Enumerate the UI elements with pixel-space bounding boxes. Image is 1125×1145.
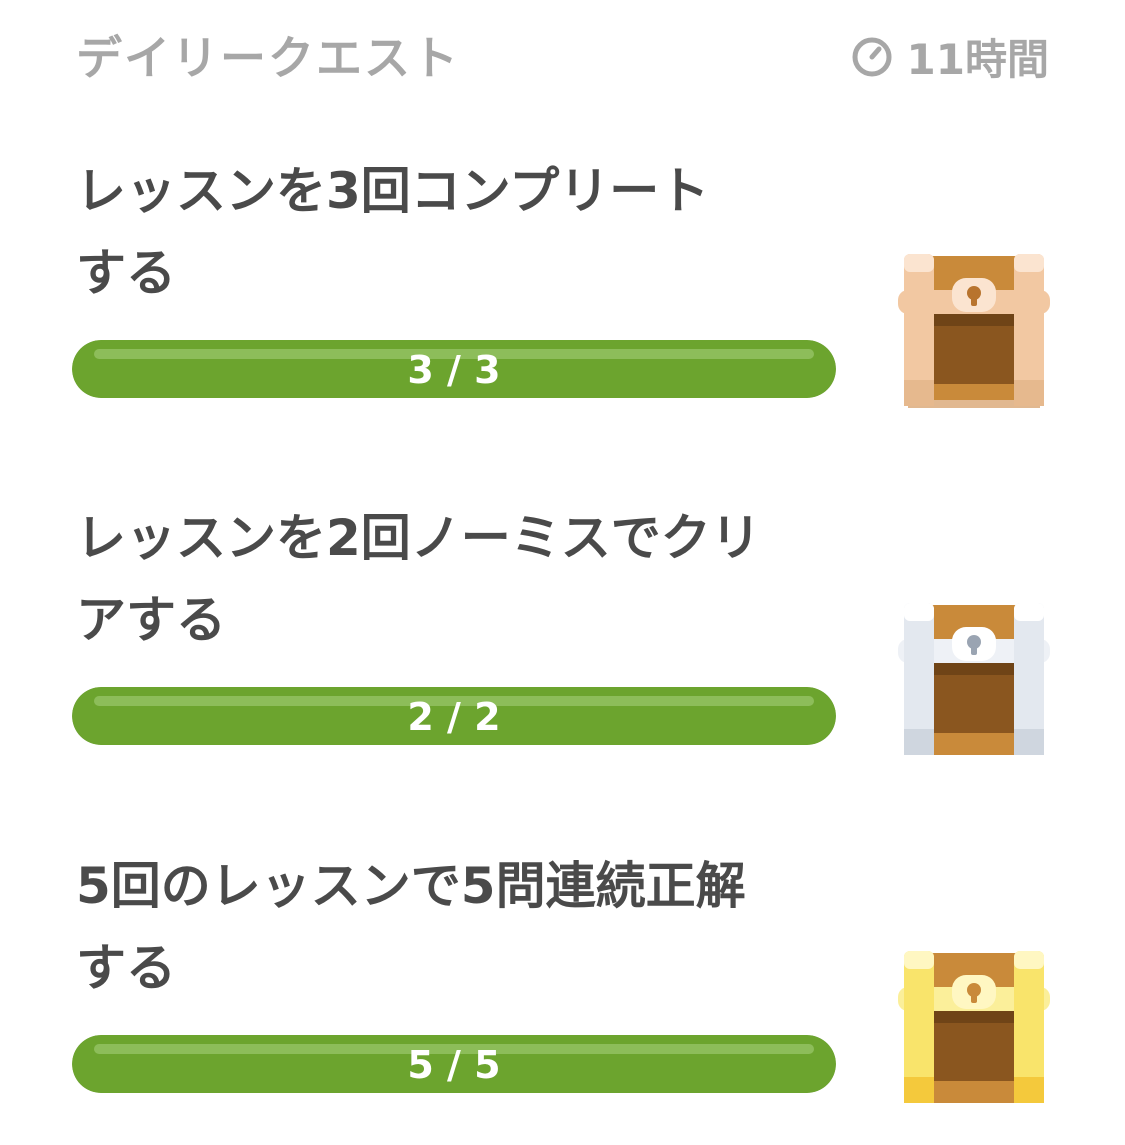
- quest-title-line: レッスンを2回ノーミスでクリ: [76, 509, 761, 567]
- bronze-chest-icon: [896, 250, 1052, 410]
- quest-title-line: 5回のレッスンで5問連続正解: [76, 857, 746, 915]
- quest-item[interactable]: レッスンを2回ノーミスでクリ アする 2 / 2: [72, 497, 1076, 797]
- header: デイリークエスト 11時間: [76, 22, 1049, 86]
- timer-label: 11時間: [906, 35, 1049, 84]
- quest-item[interactable]: 5回のレッスンで5問連続正解 する 5 / 5: [72, 845, 1076, 1145]
- quest-title: レッスンを2回ノーミスでクリ アする: [76, 497, 846, 661]
- timer: 11時間: [851, 26, 1049, 87]
- clock-icon: [852, 37, 892, 76]
- quest-title: 5回のレッスンで5問連続正解 する: [76, 845, 846, 1009]
- silver-chest-icon: [896, 599, 1052, 759]
- progress-label: 2 / 2: [407, 695, 501, 739]
- quest-item[interactable]: レッスンを3回コンプリート する 3 / 3: [72, 150, 1076, 450]
- progress-bar: 3 / 3: [72, 340, 836, 398]
- page-title: デイリークエスト: [76, 31, 460, 85]
- progress-bar: 2 / 2: [72, 687, 836, 745]
- quest-title-line: する: [76, 939, 176, 997]
- quest-title: レッスンを3回コンプリート する: [76, 150, 846, 314]
- quest-title-line: レッスンを3回コンプリート: [76, 162, 710, 220]
- progress-label: 3 / 3: [407, 348, 501, 392]
- quest-title-line: する: [76, 244, 176, 302]
- quest-title-line: アする: [76, 591, 226, 649]
- progress-label: 5 / 5: [407, 1043, 501, 1087]
- progress-bar: 5 / 5: [72, 1035, 836, 1093]
- gold-chest-icon: [896, 947, 1052, 1107]
